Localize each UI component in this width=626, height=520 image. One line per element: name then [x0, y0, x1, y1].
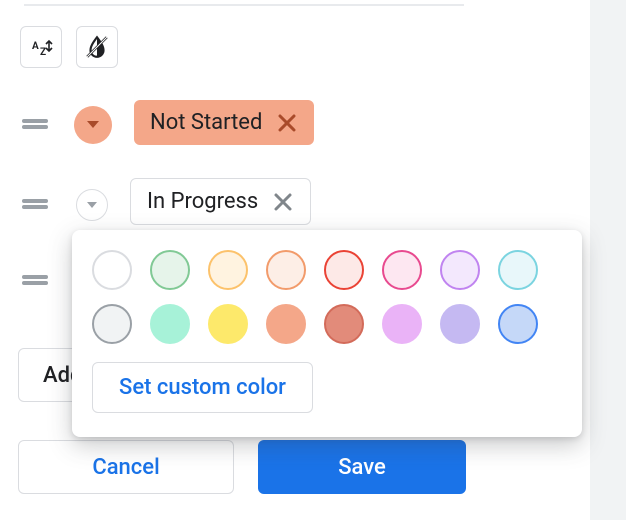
button-label: Save	[338, 455, 386, 480]
color-swatch[interactable]	[150, 250, 190, 290]
drag-handle[interactable]	[22, 119, 48, 129]
swatch-grid	[92, 250, 562, 344]
option-chip-row2[interactable]: In Progress	[130, 178, 311, 225]
color-swatch[interactable]	[92, 304, 132, 344]
remove-option-row2[interactable]	[272, 191, 294, 213]
color-swatch[interactable]	[150, 304, 190, 344]
right-gutter	[590, 0, 626, 520]
drag-handle[interactable]	[22, 199, 48, 209]
color-accessibility-button[interactable]	[76, 26, 118, 68]
divider	[24, 4, 464, 6]
color-swatch[interactable]	[440, 250, 480, 290]
color-trigger-row1[interactable]	[74, 106, 112, 144]
sort-az-button[interactable]: A Z	[20, 26, 62, 68]
button-label: Set custom color	[119, 375, 286, 400]
color-swatch[interactable]	[382, 250, 422, 290]
set-custom-color-button[interactable]: Set custom color	[92, 362, 313, 413]
colorblind-off-icon	[84, 34, 110, 60]
color-swatch[interactable]	[498, 304, 538, 344]
color-swatch[interactable]	[324, 250, 364, 290]
caret-down-icon	[86, 201, 98, 209]
color-swatch[interactable]	[92, 250, 132, 290]
save-button[interactable]: Save	[258, 440, 466, 494]
color-swatch[interactable]	[324, 304, 364, 344]
sort-az-icon: A Z	[29, 35, 53, 59]
chip-label: Not Started	[150, 110, 262, 135]
cancel-button[interactable]: Cancel	[18, 440, 234, 494]
color-popover: Set custom color	[72, 230, 582, 437]
color-swatch[interactable]	[266, 304, 306, 344]
option-chip-row1[interactable]: Not Started	[134, 100, 314, 145]
svg-text:Z: Z	[40, 47, 46, 58]
swatch-row	[92, 304, 562, 344]
color-swatch[interactable]	[382, 304, 422, 344]
caret-down-icon	[86, 120, 100, 130]
color-swatch[interactable]	[208, 250, 248, 290]
remove-option-row1[interactable]	[276, 112, 298, 134]
color-swatch[interactable]	[208, 304, 248, 344]
button-label: Cancel	[92, 455, 159, 480]
swatch-row	[92, 250, 562, 290]
chip-label: In Progress	[147, 189, 258, 214]
stage: A Z Not Started	[0, 0, 626, 520]
color-swatch[interactable]	[498, 250, 538, 290]
drag-handle[interactable]	[22, 275, 48, 285]
color-trigger-row2[interactable]	[76, 189, 108, 221]
svg-text:A: A	[32, 41, 39, 52]
color-swatch[interactable]	[440, 304, 480, 344]
color-swatch[interactable]	[266, 250, 306, 290]
